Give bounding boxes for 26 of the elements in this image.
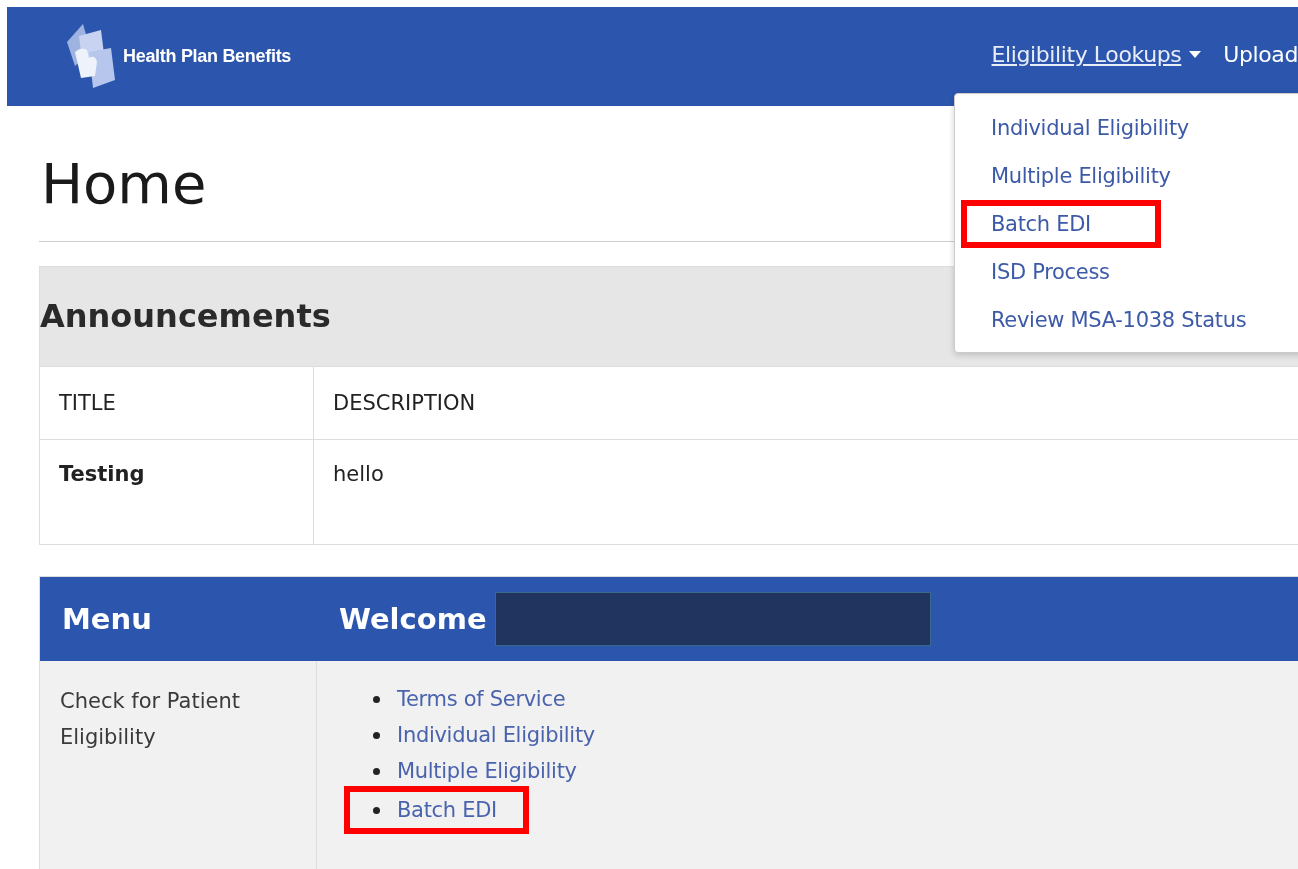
table-cell: Testing [40,440,314,545]
column-header: TITLE [40,367,314,440]
column-header: DESCRIPTION [332,390,477,418]
menu-item[interactable]: Batch EDI [961,200,1161,248]
menu-item[interactable]: Multiple Eligibility [955,152,1171,200]
menu-link[interactable]: Individual Eligibility [397,723,595,748]
bullet-icon [373,695,380,703]
nav-link[interactable]: Upload [1223,42,1298,67]
row-label: Check for Patient Eligibility [40,661,317,869]
bullet-icon [373,731,380,739]
menu-item[interactable]: ISD Process [955,248,1110,296]
menu-link[interactable]: Terms of Service [397,687,566,712]
menu-link[interactable]: Batch EDI [397,798,497,823]
brand-name[interactable]: Health Plan Benefits [123,46,292,67]
menu-item[interactable]: Review MSA-1038 Status [955,296,1247,344]
nav-dropdown[interactable]: Eligibility Lookups [991,42,1202,67]
panel-title: Menu [61,602,153,637]
page-title: Home [40,150,207,218]
menu-item[interactable]: Individual Eligibility [955,104,1189,152]
caret-icon [1189,51,1202,58]
table-cell-text: hello [332,461,385,489]
bullet-icon [373,767,380,775]
bullet-icon [373,806,380,814]
menu-link[interactable]: Multiple Eligibility [397,759,577,784]
panel-title: Announcements [40,296,331,335]
panel-title: Welcome [339,602,487,637]
